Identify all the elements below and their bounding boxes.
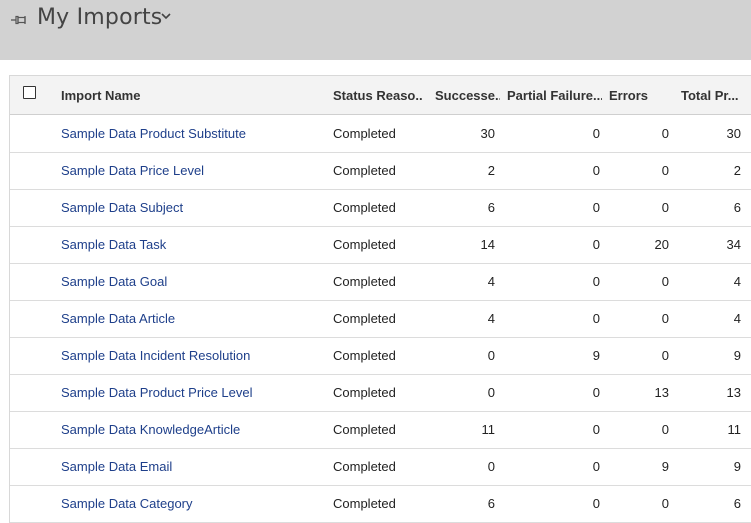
table-row[interactable]: Sample Data Category Completed 6 0 0 6 <box>10 485 751 523</box>
column-header-total-processed[interactable]: Total Pr... <box>681 76 743 114</box>
errors-cell: 9 <box>661 459 669 474</box>
successes-cell: 0 <box>487 385 495 400</box>
table-row[interactable]: Sample Data Incident Resolution Completed… <box>10 337 751 375</box>
import-name-link[interactable]: Sample Data Task <box>61 226 326 263</box>
total-processed-cell: 13 <box>726 385 741 400</box>
successes-cell: 6 <box>487 496 495 511</box>
total-processed-cell: 4 <box>733 274 741 289</box>
import-name-link[interactable]: Sample Data Article <box>61 300 326 337</box>
imports-grid: Import Name Status Reaso... Successe... … <box>9 75 751 523</box>
successes-cell: 2 <box>487 163 495 178</box>
table-row[interactable]: Sample Data Task Completed 14 0 20 34 <box>10 226 751 264</box>
import-name-link[interactable]: Sample Data Goal <box>61 263 326 300</box>
status-reason-cell: Completed <box>333 496 396 511</box>
partial-failures-cell: 0 <box>592 422 600 437</box>
total-processed-cell: 9 <box>733 459 741 474</box>
import-name-link[interactable]: Sample Data Product Substitute <box>61 115 326 152</box>
column-header-import-name[interactable]: Import Name <box>61 76 321 114</box>
column-header-successes[interactable]: Successe... <box>435 76 500 114</box>
successes-cell: 4 <box>487 311 495 326</box>
partial-failures-cell: 0 <box>592 200 600 215</box>
errors-cell: 0 <box>661 126 669 141</box>
partial-failures-cell: 0 <box>592 126 600 141</box>
successes-cell: 6 <box>487 200 495 215</box>
table-row[interactable]: Sample Data Price Level Completed 2 0 0 2 <box>10 152 751 190</box>
status-reason-cell: Completed <box>333 200 396 215</box>
status-reason-cell: Completed <box>333 126 396 141</box>
errors-cell: 0 <box>661 200 669 215</box>
status-reason-cell: Completed <box>333 459 396 474</box>
import-name-link[interactable]: Sample Data KnowledgeArticle <box>61 411 326 448</box>
partial-failures-cell: 9 <box>592 348 600 363</box>
total-processed-cell: 6 <box>733 200 741 215</box>
successes-cell: 11 <box>481 422 496 437</box>
successes-cell: 0 <box>487 348 495 363</box>
partial-failures-cell: 0 <box>592 311 600 326</box>
errors-cell: 0 <box>661 422 669 437</box>
status-reason-cell: Completed <box>333 385 396 400</box>
errors-cell: 0 <box>661 274 669 289</box>
errors-cell: 0 <box>661 311 669 326</box>
errors-cell: 20 <box>654 237 669 252</box>
status-reason-cell: Completed <box>333 422 396 437</box>
partial-failures-cell: 0 <box>592 496 600 511</box>
total-processed-cell: 34 <box>726 237 741 252</box>
chevron-down-icon[interactable] <box>160 10 172 22</box>
import-name-link[interactable]: Sample Data Category <box>61 485 326 522</box>
total-processed-cell: 6 <box>733 496 741 511</box>
successes-cell: 4 <box>487 274 495 289</box>
errors-cell: 0 <box>661 496 669 511</box>
errors-cell: 0 <box>661 163 669 178</box>
partial-failures-cell: 0 <box>592 163 600 178</box>
table-row[interactable]: Sample Data Email Completed 0 0 9 9 <box>10 448 751 486</box>
successes-cell: 14 <box>480 237 495 252</box>
status-reason-cell: Completed <box>333 237 396 252</box>
import-name-link[interactable]: Sample Data Incident Resolution <box>61 337 326 374</box>
column-header-errors[interactable]: Errors <box>609 76 659 114</box>
grid-header: Import Name Status Reaso... Successe... … <box>10 76 751 115</box>
table-row[interactable]: Sample Data Product Price Level Completed… <box>10 374 751 412</box>
view-header: My Imports <box>0 0 751 60</box>
errors-cell: 0 <box>661 348 669 363</box>
total-processed-cell: 2 <box>733 163 741 178</box>
table-row[interactable]: Sample Data KnowledgeArticle Completed 11 0… <box>10 411 751 449</box>
table-row[interactable]: Sample Data Product Substitute Completed 3… <box>10 115 751 153</box>
table-row[interactable]: Sample Data Subject Completed 6 0 0 6 <box>10 189 751 227</box>
table-row[interactable]: Sample Data Goal Completed 4 0 0 4 <box>10 263 751 301</box>
errors-cell: 13 <box>654 385 669 400</box>
column-header-status-reason[interactable]: Status Reaso... <box>333 76 423 114</box>
partial-failures-cell: 0 <box>592 237 600 252</box>
total-processed-cell: 30 <box>726 126 741 141</box>
total-processed-cell: 9 <box>733 348 741 363</box>
successes-cell: 0 <box>487 459 495 474</box>
import-name-link[interactable]: Sample Data Price Level <box>61 152 326 189</box>
view-title[interactable]: My Imports <box>37 5 162 30</box>
import-name-link[interactable]: Sample Data Product Price Level <box>61 374 326 411</box>
column-header-partial-failures[interactable]: Partial Failure... <box>507 76 602 114</box>
successes-cell: 30 <box>480 126 495 141</box>
status-reason-cell: Completed <box>333 311 396 326</box>
pin-icon[interactable] <box>10 11 28 29</box>
status-reason-cell: Completed <box>333 163 396 178</box>
total-processed-cell: 11 <box>727 422 742 437</box>
total-processed-cell: 4 <box>733 311 741 326</box>
table-row[interactable]: Sample Data Article Completed 4 0 0 4 <box>10 300 751 338</box>
partial-failures-cell: 0 <box>592 274 600 289</box>
partial-failures-cell: 0 <box>592 459 600 474</box>
import-name-link[interactable]: Sample Data Subject <box>61 189 326 226</box>
status-reason-cell: Completed <box>333 348 396 363</box>
partial-failures-cell: 0 <box>592 385 600 400</box>
import-name-link[interactable]: Sample Data Email <box>61 448 326 485</box>
status-reason-cell: Completed <box>333 274 396 289</box>
select-all-checkbox[interactable] <box>23 86 36 99</box>
